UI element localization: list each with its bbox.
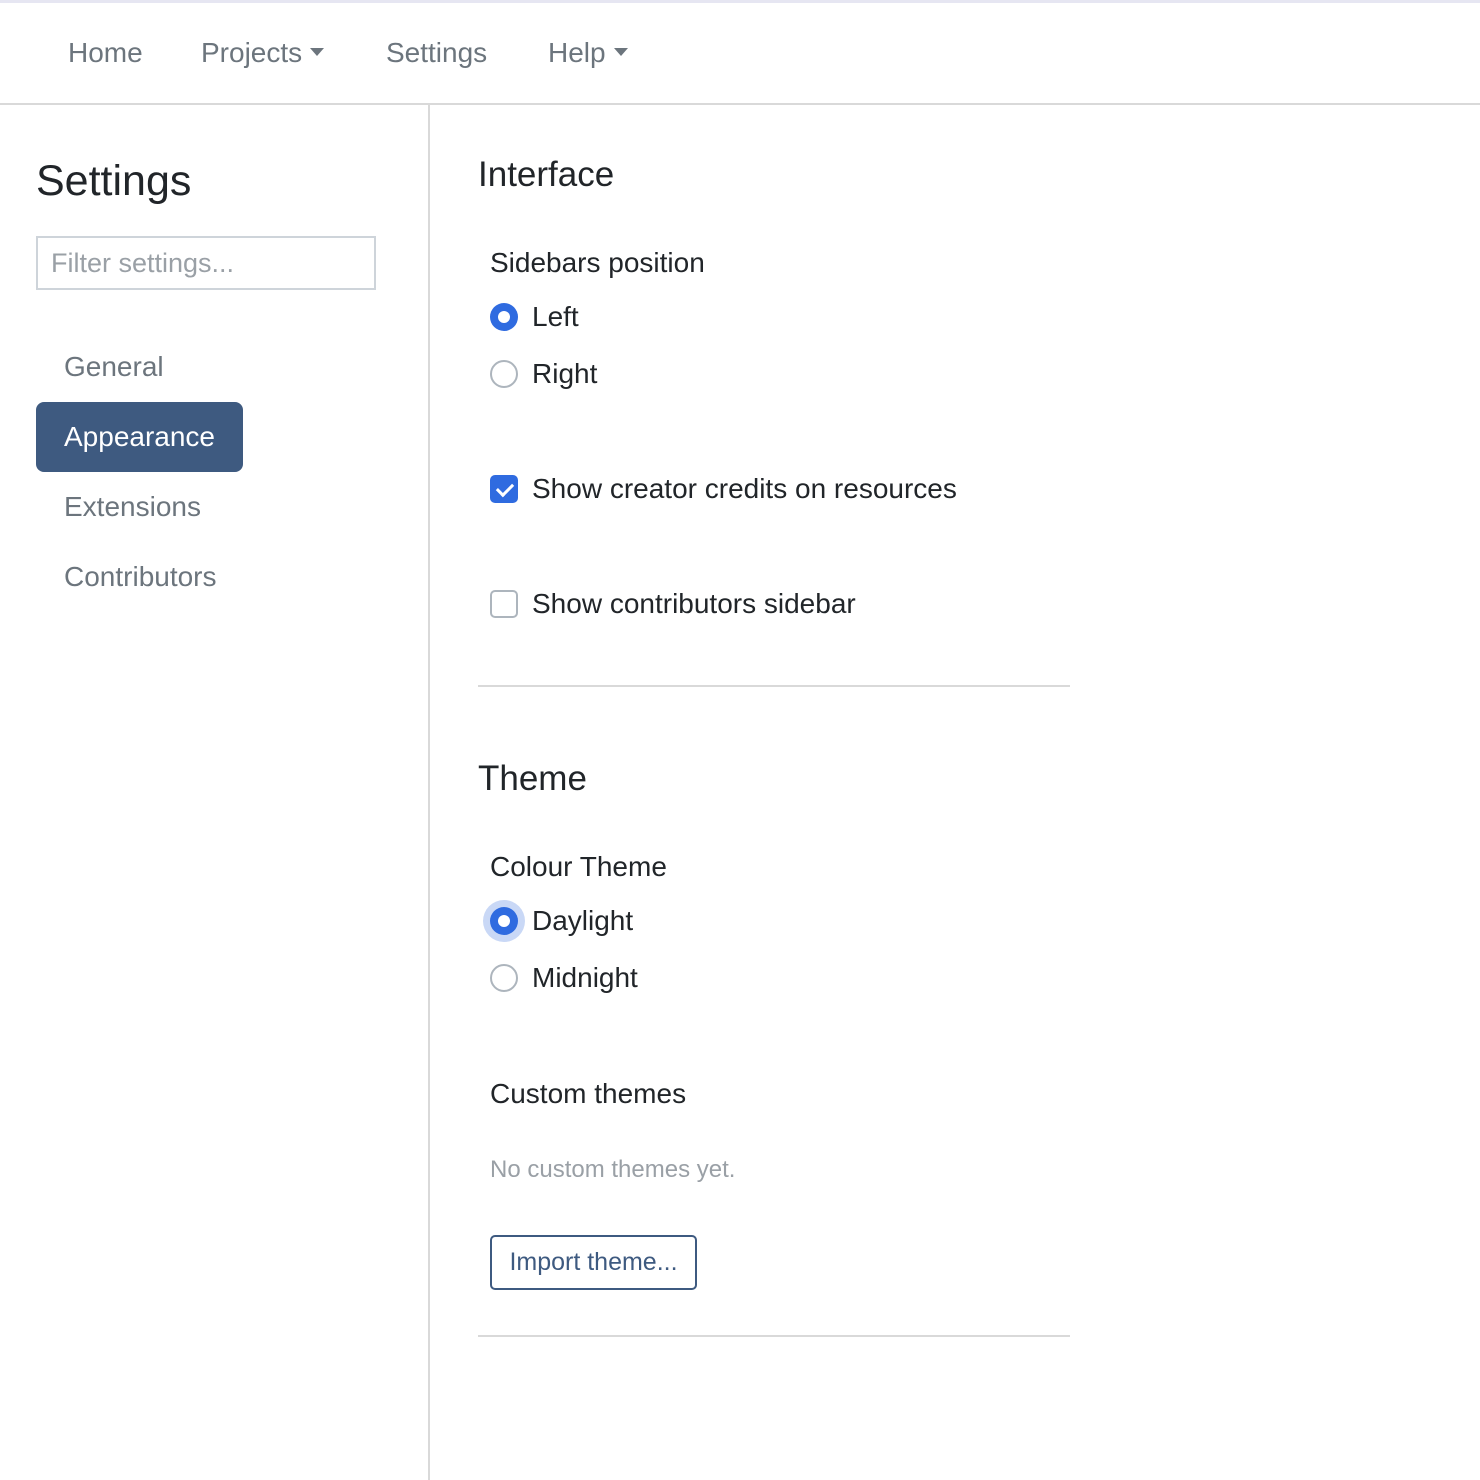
radio-daylight-label: Daylight — [532, 905, 634, 936]
filter-settings-input[interactable] — [36, 236, 376, 290]
show-contributors-sidebar-label: Show contributors sidebar — [532, 588, 856, 619]
colour-theme-daylight-option[interactable]: Daylight — [490, 903, 633, 939]
sidebar-title: Settings — [36, 157, 192, 205]
colour-theme-midnight-option[interactable]: Midnight — [490, 960, 638, 996]
radio-midnight-label: Midnight — [532, 962, 638, 993]
nav-projects-dropdown[interactable]: Projects — [201, 3, 325, 103]
import-theme-button[interactable]: Import theme... — [490, 1235, 697, 1290]
radio-right[interactable] — [490, 360, 518, 388]
section-divider — [478, 1335, 1070, 1337]
sidebar-item-label: Appearance — [64, 421, 216, 452]
sidebar-item-label: General — [64, 351, 164, 382]
radio-midnight[interactable] — [490, 964, 518, 992]
nav-home[interactable]: Home — [68, 3, 143, 103]
sidebars-position-label: Sidebars position — [490, 247, 705, 278]
caret-down-icon — [613, 47, 628, 56]
settings-content: Interface Sidebars position Left Right S… — [432, 105, 1480, 1480]
radio-right-label: Right — [532, 358, 598, 389]
interface-section-title: Interface — [478, 155, 615, 194]
colour-theme-label: Colour Theme — [490, 851, 667, 882]
show-creator-credits-option[interactable]: Show creator credits on resources — [490, 471, 957, 507]
sidebar-item-contributors[interactable]: Contributors — [36, 542, 245, 612]
sidebar-item-appearance[interactable]: Appearance — [36, 402, 244, 472]
no-custom-themes-text: No custom themes yet. — [490, 1156, 736, 1183]
custom-themes-label: Custom themes — [490, 1078, 687, 1109]
nav-help-label: Help — [548, 37, 606, 68]
section-divider — [478, 685, 1070, 687]
radio-daylight[interactable] — [490, 907, 518, 935]
sidebars-position-left-option[interactable]: Left — [490, 299, 579, 335]
show-creator-credits-checkbox[interactable] — [490, 475, 518, 503]
show-creator-credits-label: Show creator credits on resources — [532, 473, 957, 504]
sidebar-item-label: Contributors — [64, 561, 217, 592]
nav-settings-label: Settings — [386, 37, 488, 68]
radio-left[interactable] — [490, 303, 518, 331]
sidebar-item-label: Extensions — [64, 491, 201, 522]
nav-help-dropdown[interactable]: Help — [548, 3, 628, 103]
settings-sidebar: Settings General Appearance Extensions C… — [0, 105, 430, 1480]
radio-left-label: Left — [532, 301, 579, 332]
top-navbar: Home Projects Settings Help — [0, 3, 1480, 105]
sidebar-item-extensions[interactable]: Extensions — [36, 472, 229, 542]
nav-projects-label: Projects — [201, 37, 303, 68]
nav-settings[interactable]: Settings — [386, 3, 487, 103]
theme-section-title: Theme — [478, 759, 587, 798]
show-contributors-sidebar-checkbox[interactable] — [490, 590, 518, 618]
sidebars-position-right-option[interactable]: Right — [490, 356, 597, 392]
sidebar-item-general[interactable]: General — [36, 332, 192, 402]
nav-home-label: Home — [68, 37, 143, 68]
show-contributors-sidebar-option[interactable]: Show contributors sidebar — [490, 586, 856, 622]
caret-down-icon — [310, 47, 325, 56]
